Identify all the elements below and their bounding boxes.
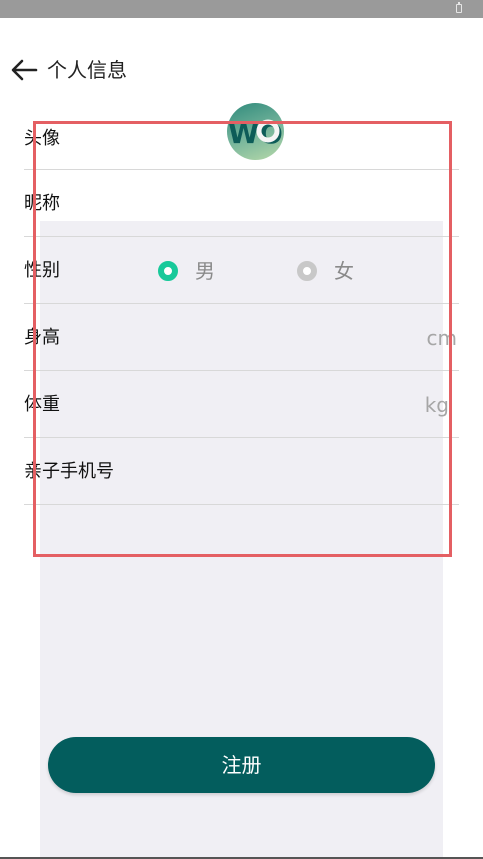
gender-option-female-label: 女 [334, 259, 354, 283]
height-label: 身高 [24, 327, 60, 348]
avatar-logo-icon: WO [228, 117, 283, 150]
weight-row[interactable]: 体重 kg [24, 371, 459, 438]
arrow-left-icon[interactable] [10, 58, 38, 82]
radio-unchecked-icon[interactable] [297, 261, 317, 281]
gender-option-male-label: 男 [195, 259, 215, 283]
register-button[interactable]: 注册 [48, 737, 435, 793]
avatar[interactable]: WO [227, 103, 284, 160]
header: 个人信息 [0, 52, 483, 90]
avatar-row[interactable]: 头像 WO [24, 103, 459, 170]
height-unit: cm [426, 326, 457, 350]
weight-unit: kg [424, 393, 449, 417]
page-title: 个人信息 [47, 58, 127, 82]
phone-row[interactable]: 亲子手机号 [24, 438, 459, 505]
avatar-label: 头像 [24, 128, 60, 149]
radio-checked-icon[interactable] [158, 261, 178, 281]
phone-label: 亲子手机号 [24, 461, 114, 482]
battery-icon [456, 2, 462, 13]
status-bar [0, 0, 483, 18]
nickname-label: 昵称 [24, 193, 60, 214]
weight-label: 体重 [24, 394, 60, 415]
height-row[interactable]: 身高 cm [24, 304, 459, 371]
nickname-row[interactable]: 昵称 [24, 170, 459, 237]
gender-row: 性别 男 女 [24, 237, 459, 304]
gender-label: 性别 [24, 260, 60, 281]
